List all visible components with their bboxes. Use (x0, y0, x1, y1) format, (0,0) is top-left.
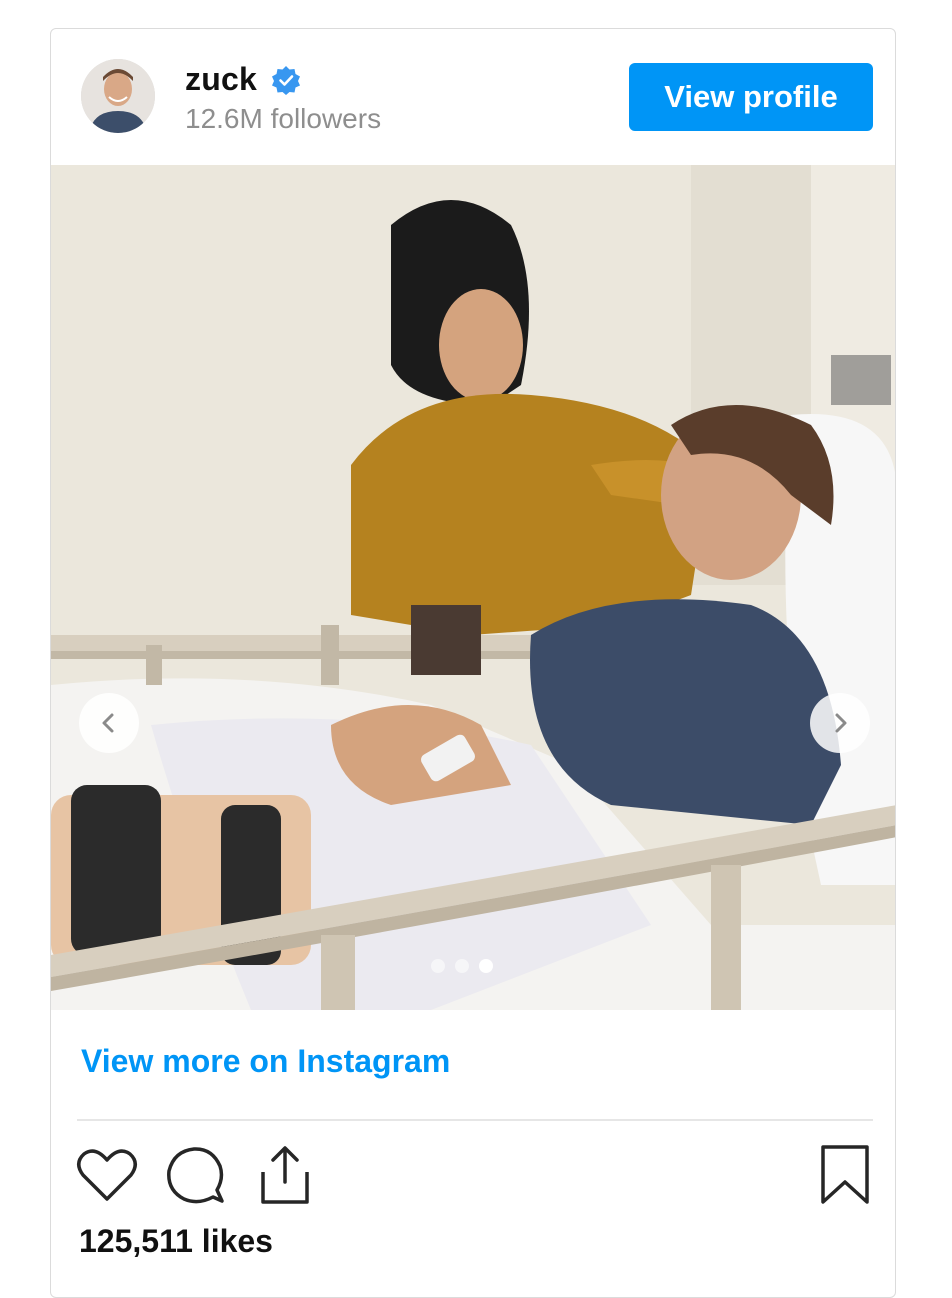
view-more-link[interactable]: View more on Instagram (81, 1043, 450, 1080)
carousel-next-button[interactable] (810, 693, 870, 753)
instagram-embed-card: zuck 12.6M followers View profile View m… (50, 28, 896, 1298)
avatar[interactable] (81, 59, 155, 133)
hospital-photo-illustration (51, 165, 895, 1010)
divider (77, 1119, 873, 1121)
chevron-right-icon (835, 713, 847, 733)
post-photo[interactable] (51, 165, 895, 1010)
post-actions (51, 1137, 895, 1217)
view-profile-button[interactable]: View profile (629, 63, 873, 131)
bookmark-icon[interactable] (813, 1143, 877, 1207)
username[interactable]: zuck (185, 61, 257, 98)
share-icon[interactable] (253, 1143, 317, 1207)
comment-icon[interactable] (163, 1143, 227, 1207)
carousel-dot (479, 959, 493, 973)
follower-count: 12.6M followers (185, 103, 382, 134)
verified-badge-icon (271, 65, 301, 95)
like-count: 125,511 likes (79, 1223, 273, 1259)
avatar-image (81, 59, 155, 133)
chevron-left-icon (102, 713, 114, 733)
post-header: zuck 12.6M followers View profile (51, 29, 895, 165)
carousel-indicator (431, 959, 493, 973)
carousel-dot (431, 959, 445, 973)
carousel-prev-button[interactable] (79, 693, 139, 753)
carousel-dot (455, 959, 469, 973)
heart-icon[interactable] (75, 1143, 139, 1207)
